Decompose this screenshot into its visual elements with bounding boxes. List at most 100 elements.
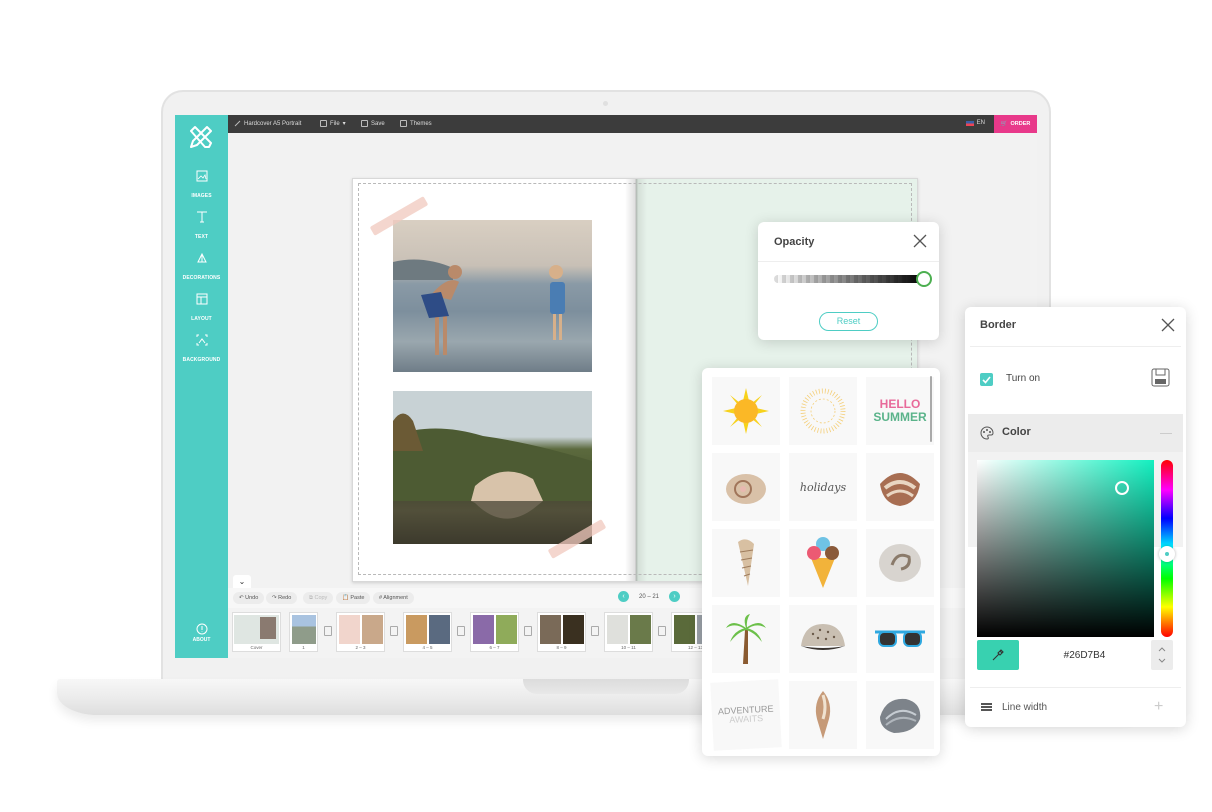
product-format-button[interactable]: Hardcover A5 Portrait bbox=[234, 120, 301, 127]
prev-page-button[interactable]: ‹ bbox=[618, 591, 629, 602]
close-icon[interactable] bbox=[913, 234, 927, 248]
copy-label: Copy bbox=[314, 595, 328, 601]
line-width-label: Line width bbox=[1002, 702, 1048, 713]
paste-button[interactable]: 📋 Paste bbox=[336, 592, 371, 604]
alignment-button[interactable]: # Alignment bbox=[373, 592, 414, 604]
sidebar-item-text[interactable]: TEXT bbox=[175, 211, 228, 243]
themes-button[interactable]: Themes bbox=[400, 120, 432, 127]
eyedropper-button[interactable] bbox=[977, 640, 1019, 670]
order-button[interactable]: 🛒 ORDER bbox=[994, 115, 1037, 133]
opacity-slider-track[interactable] bbox=[774, 275, 924, 283]
sticker-scrollbar[interactable] bbox=[930, 376, 932, 442]
photo-kids-at-beach[interactable] bbox=[393, 220, 592, 372]
lines-icon bbox=[981, 703, 992, 711]
sticker-palm-tree[interactable] bbox=[712, 605, 780, 673]
sidebar-item-decorations[interactable]: DECORATIONS bbox=[175, 252, 228, 284]
sticker-hello-summer[interactable]: HELLO SUMMER bbox=[866, 377, 934, 445]
copy-button[interactable]: ⧉ Copy bbox=[303, 592, 334, 604]
kids-beach-illustration bbox=[393, 259, 565, 355]
ice-cream-icon bbox=[807, 537, 839, 588]
collapse-toolbar-button[interactable]: ⌄ bbox=[233, 575, 251, 588]
floppy-disk-icon bbox=[361, 120, 368, 127]
language-label: EN bbox=[976, 120, 985, 126]
border-panel: Border Turn on Color Line width + bbox=[965, 307, 1186, 727]
thumbnail-page[interactable]: 2 – 3 bbox=[336, 612, 385, 652]
top-bar: Hardcover A5 Portrait File ▾ Save Themes… bbox=[228, 115, 1037, 133]
save-button[interactable]: Save bbox=[361, 120, 385, 127]
cone-shell-icon bbox=[738, 539, 754, 586]
thumbnail-cover[interactable]: Cover bbox=[232, 612, 281, 652]
thumbnail-label: 10 – 11 bbox=[621, 645, 636, 650]
thumbnail-page[interactable]: 10 – 11 bbox=[604, 612, 653, 652]
sidebar-item-about[interactable]: ABOUT bbox=[175, 623, 228, 643]
redo-label: Redo bbox=[278, 595, 292, 601]
shell-icon bbox=[880, 473, 920, 506]
language-selector[interactable]: EN bbox=[965, 120, 985, 126]
thumbnail-label: 1 bbox=[302, 645, 305, 650]
next-page-button[interactable]: › bbox=[669, 591, 681, 602]
redo-button[interactable]: ↷ Redo bbox=[266, 592, 298, 604]
file-icon bbox=[320, 120, 327, 127]
add-page-icon[interactable] bbox=[324, 626, 332, 636]
hex-color-input[interactable] bbox=[1028, 640, 1141, 670]
sticker-sun[interactable] bbox=[712, 377, 780, 445]
sticker-cone-shell[interactable] bbox=[712, 529, 780, 597]
undo-button[interactable]: ↶ Undo bbox=[233, 592, 265, 604]
file-menu-button[interactable]: File ▾ bbox=[320, 120, 346, 127]
sticker-conch-shell[interactable] bbox=[789, 681, 857, 749]
nautilus-shell-icon bbox=[879, 544, 921, 582]
sticker-adventure-awaits[interactable]: ADVENTURE AWAITS bbox=[710, 679, 782, 751]
decorations-icon bbox=[196, 252, 207, 263]
order-label: ORDER bbox=[1010, 121, 1031, 127]
sticker-ice-cream[interactable] bbox=[789, 529, 857, 597]
sticker-nautilus-shell[interactable] bbox=[866, 529, 934, 597]
sticker-sunglasses[interactable] bbox=[866, 605, 934, 673]
line-width-section[interactable]: Line width + bbox=[965, 687, 1186, 727]
palette-icon bbox=[980, 426, 994, 440]
conch-shell-icon bbox=[815, 691, 831, 739]
sidebar-label: IMAGES bbox=[191, 193, 212, 199]
add-page-icon[interactable] bbox=[524, 626, 532, 636]
opacity-slider-handle[interactable] bbox=[916, 271, 932, 287]
sticker-holidays[interactable]: holidays bbox=[789, 453, 857, 521]
sidebar: IMAGES TEXT DECORATIONS LAYOUT BACKGROUN… bbox=[175, 115, 228, 658]
sticker-scallop-shell[interactable] bbox=[866, 453, 934, 521]
opacity-title: Opacity bbox=[774, 236, 815, 248]
thumbnail-label: 6 – 7 bbox=[489, 645, 500, 650]
thumbnail-page[interactable]: 1 bbox=[289, 612, 318, 652]
add-page-icon[interactable] bbox=[591, 626, 599, 636]
add-page-icon[interactable] bbox=[390, 626, 398, 636]
save-preset-icon[interactable] bbox=[1151, 368, 1170, 387]
close-icon[interactable] bbox=[1161, 318, 1175, 332]
thumbnail-page[interactable]: 8 – 9 bbox=[537, 612, 586, 652]
forest-lake-illustration bbox=[393, 413, 592, 544]
thumbnail-page[interactable]: 6 – 7 bbox=[470, 612, 519, 652]
sticker-seashell-spiral[interactable] bbox=[712, 453, 780, 521]
border-title: Border bbox=[980, 319, 1017, 331]
color-section-header[interactable]: Color bbox=[968, 414, 1183, 452]
reset-button[interactable]: Reset bbox=[819, 312, 878, 331]
turn-on-checkbox[interactable] bbox=[980, 373, 993, 386]
photo-forest-lake[interactable] bbox=[393, 391, 592, 544]
seashell-icon bbox=[726, 474, 766, 504]
thumbnail-label: Cover bbox=[250, 645, 263, 650]
themes-icon bbox=[400, 120, 407, 127]
hue-slider-handle[interactable] bbox=[1159, 546, 1175, 562]
sticker-text: SUMMER bbox=[873, 410, 927, 424]
sidebar-label: DECORATIONS bbox=[182, 275, 221, 281]
sticker-oyster-shell[interactable] bbox=[866, 681, 934, 749]
color-format-stepper[interactable] bbox=[1151, 640, 1173, 670]
sticker-cowrie-shell[interactable] bbox=[789, 605, 857, 673]
collapse-icon[interactable] bbox=[1160, 433, 1172, 434]
sticker-sun-rays[interactable] bbox=[789, 377, 857, 445]
sidebar-item-images[interactable]: IMAGES bbox=[175, 170, 228, 202]
expand-plus-icon[interactable]: + bbox=[1154, 699, 1163, 715]
thumbnail-page[interactable]: 4 – 5 bbox=[403, 612, 452, 652]
sidebar-label: BACKGROUND bbox=[182, 357, 221, 363]
paste-label: Paste bbox=[350, 595, 365, 601]
add-page-icon[interactable] bbox=[658, 626, 666, 636]
add-page-icon[interactable] bbox=[457, 626, 465, 636]
color-picker-handle[interactable] bbox=[1115, 481, 1129, 495]
sidebar-item-layout[interactable]: LAYOUT bbox=[175, 293, 228, 325]
sidebar-item-background[interactable]: BACKGROUND bbox=[175, 334, 228, 366]
